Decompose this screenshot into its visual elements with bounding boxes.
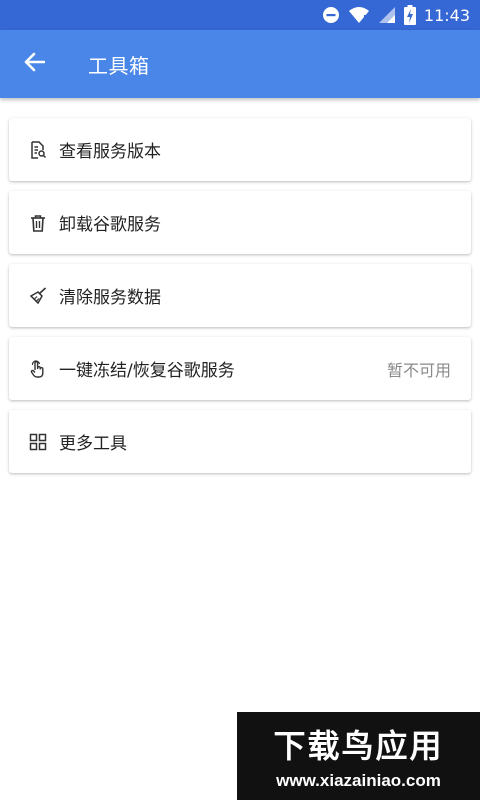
trash-icon [28, 213, 48, 233]
page-title: 工具箱 [88, 53, 150, 78]
back-button[interactable] [0, 30, 68, 98]
list-item-label: 查看服务版本 [59, 142, 161, 162]
signal-icon [378, 6, 396, 24]
touch-icon [28, 359, 48, 379]
tools-list: 查看服务版本 卸载谷歌服务 清除服务数据 一键冻结/恢复谷歌服务 暂不可用 更多… [9, 118, 471, 483]
status-bar: 11:43 [0, 0, 480, 30]
app-bar: 工具箱 [0, 30, 480, 98]
watermark: 下载鸟应用 www.xiazainiao.com [237, 712, 480, 800]
list-item-label: 更多工具 [59, 434, 127, 454]
grid-icon [28, 432, 48, 452]
list-item-label: 卸载谷歌服务 [59, 215, 161, 235]
unavailable-status: 暂不可用 [386, 360, 451, 380]
wifi-icon [348, 6, 370, 24]
list-item-clear-service-data[interactable]: 清除服务数据 [9, 264, 471, 327]
document-search-icon [28, 140, 48, 160]
battery-charging-icon [403, 5, 416, 25]
watermark-brand: 下载鸟应用 [273, 727, 444, 765]
watermark-url: www.xiazainiao.com [276, 771, 441, 790]
minus-circle-icon [322, 6, 340, 24]
list-item-more-tools[interactable]: 更多工具 [9, 410, 471, 473]
list-item-label: 清除服务数据 [59, 288, 161, 308]
list-item-label: 一键冻结/恢复谷歌服务 [59, 361, 235, 381]
status-time: 11:43 [423, 5, 470, 25]
broom-icon [28, 286, 48, 306]
list-item-uninstall-google-services[interactable]: 卸载谷歌服务 [9, 191, 471, 254]
arrow-left-icon [23, 51, 46, 77]
list-item-freeze-restore-google-services[interactable]: 一键冻结/恢复谷歌服务 暂不可用 [9, 337, 471, 400]
list-item-view-service-version[interactable]: 查看服务版本 [9, 118, 471, 181]
